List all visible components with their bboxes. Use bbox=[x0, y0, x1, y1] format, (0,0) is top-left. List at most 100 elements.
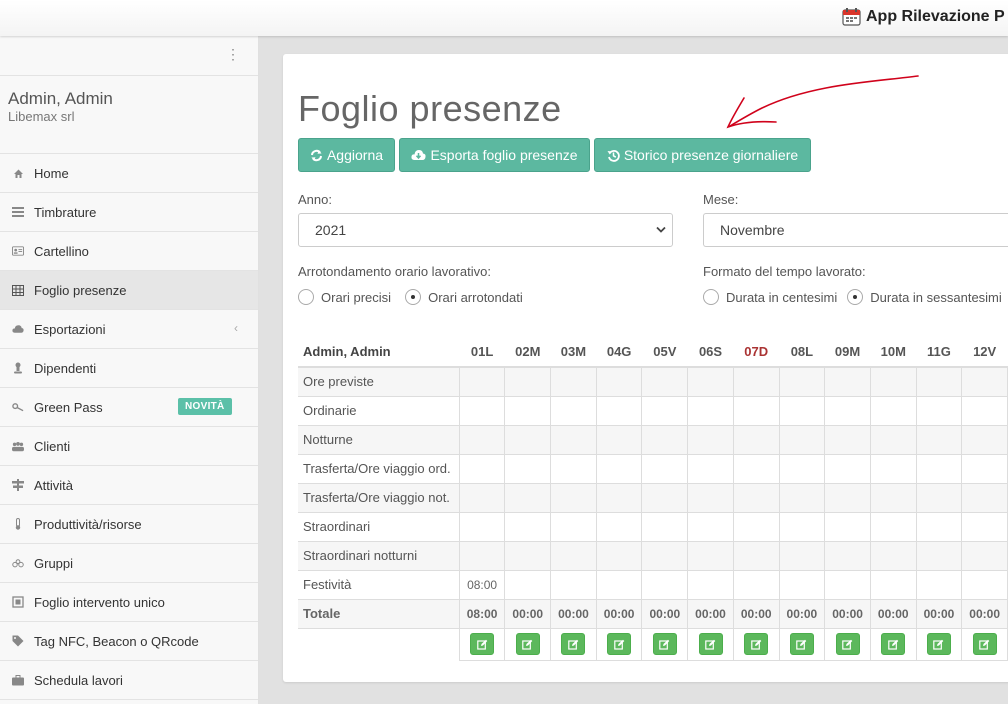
table-cell bbox=[961, 395, 1008, 426]
edit-icon bbox=[659, 639, 670, 650]
chevron-down-icon bbox=[656, 226, 666, 233]
table-cell bbox=[915, 424, 963, 455]
sidebar-item-label: Clienti bbox=[34, 438, 71, 454]
edit-day-button[interactable] bbox=[515, 633, 540, 655]
sidebar-item-esportazioni[interactable]: Esportazioni ‹ bbox=[0, 310, 258, 349]
rounding-radio-group: Orari precisi Orari arrotondati bbox=[298, 289, 523, 305]
sidebar-item-gruppi[interactable]: Gruppi bbox=[0, 544, 258, 583]
month-select[interactable]: Novembre bbox=[703, 213, 1008, 247]
edit-day-button[interactable] bbox=[470, 633, 495, 655]
sidebar-item-label: Foglio presenze bbox=[34, 282, 127, 298]
table-cell bbox=[778, 395, 826, 426]
cloud-download-icon bbox=[411, 150, 427, 160]
table-cell bbox=[595, 482, 643, 513]
sidebar-item-foglio-intervento[interactable]: Foglio intervento unico bbox=[0, 583, 258, 622]
table-cell bbox=[458, 395, 506, 426]
table-cell bbox=[687, 366, 734, 397]
radio-rounded-label: Orari arrotondati bbox=[428, 289, 523, 305]
day-header: 09M bbox=[824, 336, 871, 368]
table-cell bbox=[824, 453, 871, 484]
day-header: 10M bbox=[870, 336, 917, 368]
history-icon bbox=[607, 149, 620, 162]
table-cell bbox=[961, 569, 1008, 600]
edit-day-button[interactable] bbox=[607, 633, 632, 655]
sidebar-item-label: Esportazioni bbox=[34, 321, 106, 337]
table-cell bbox=[824, 395, 871, 426]
table-cell bbox=[641, 395, 689, 426]
table-cell bbox=[458, 424, 506, 455]
edit-day-button[interactable] bbox=[789, 633, 814, 655]
more-options-icon[interactable]: ⋮ bbox=[226, 46, 240, 63]
tag-icon bbox=[12, 635, 24, 647]
refresh-button-label: Aggiorna bbox=[326, 147, 384, 163]
table-cell bbox=[458, 482, 506, 513]
sidebar-item-foglio-presenze[interactable]: Foglio presenze bbox=[0, 271, 258, 310]
table-cell bbox=[504, 511, 552, 542]
table-cell bbox=[550, 424, 597, 455]
sidebar-item-produttivita[interactable]: Produttività/risorse bbox=[0, 505, 258, 544]
table-cell bbox=[550, 482, 597, 513]
refresh-button[interactable]: Aggiorna bbox=[298, 138, 395, 172]
table-cell bbox=[961, 511, 1008, 542]
sidebar-item-home[interactable]: Home bbox=[0, 154, 258, 193]
sidebar-item-clienti[interactable]: Clienti bbox=[0, 427, 258, 466]
table-cell bbox=[641, 569, 689, 600]
export-attendance-button[interactable]: Esporta foglio presenze bbox=[399, 138, 590, 172]
edit-day-button[interactable] bbox=[561, 633, 586, 655]
radio-sessantesimi[interactable] bbox=[847, 289, 864, 305]
page-title: Foglio presenze bbox=[298, 88, 562, 129]
year-value: 2021 bbox=[315, 222, 347, 238]
sidebar-item-label: Timbrature bbox=[34, 204, 97, 220]
sidebar-item-green-pass[interactable]: Green Pass NOVITÀ bbox=[0, 388, 258, 427]
edit-day-button[interactable] bbox=[744, 633, 769, 655]
radio-centesimi[interactable] bbox=[703, 289, 719, 305]
sidebar-item-label: Cartellino bbox=[34, 243, 89, 259]
table-cell bbox=[915, 511, 963, 542]
table-cell bbox=[732, 569, 780, 600]
table-cell bbox=[732, 366, 780, 397]
sidebar-item-schedula-lavori[interactable]: Schedula lavori bbox=[0, 661, 258, 700]
table-cell bbox=[641, 540, 689, 571]
edit-row bbox=[298, 628, 1008, 661]
table-cell bbox=[504, 540, 552, 571]
radio-precise[interactable] bbox=[298, 289, 314, 305]
list-icon bbox=[12, 206, 24, 218]
edit-cell bbox=[732, 628, 780, 661]
sidebar-item-tag-nfc[interactable]: Tag NFC, Beacon o QRcode bbox=[0, 622, 258, 661]
year-select[interactable]: 2021 bbox=[298, 213, 673, 247]
table-cell bbox=[732, 540, 780, 571]
edit-day-button[interactable] bbox=[698, 633, 723, 655]
sidebar-item-cartellino[interactable]: Cartellino bbox=[0, 232, 258, 271]
radio-rounded[interactable] bbox=[405, 289, 422, 305]
refresh-icon bbox=[310, 149, 322, 161]
day-header: 03M bbox=[550, 336, 597, 368]
edit-day-button[interactable] bbox=[652, 633, 677, 655]
app-title-text: App Rilevazione P bbox=[866, 7, 1005, 25]
table-cell bbox=[687, 540, 734, 571]
edit-day-button[interactable] bbox=[835, 633, 860, 655]
table-cell bbox=[595, 424, 643, 455]
edit-cell bbox=[687, 628, 734, 661]
day-header: 04G bbox=[596, 336, 642, 368]
sidebar-item-timbrature[interactable]: Timbrature bbox=[0, 193, 258, 232]
sidebar-item-dipendenti[interactable]: Dipendenti bbox=[0, 349, 258, 388]
table-cell bbox=[504, 366, 552, 397]
table-cell bbox=[915, 395, 963, 426]
sidebar-item-attivita[interactable]: Attività bbox=[0, 466, 258, 505]
daily-history-button[interactable]: Storico presenze giornaliere bbox=[594, 138, 811, 172]
app-title: App Rilevazione P bbox=[842, 7, 1005, 26]
table-cell bbox=[732, 453, 780, 484]
format-radio-group: Durata in centesimi Durata in sessantesi… bbox=[703, 289, 1002, 305]
total-cell: 00:00 bbox=[778, 598, 826, 629]
id-card-icon bbox=[12, 245, 24, 257]
day-header: 11G bbox=[916, 336, 962, 368]
table-cell bbox=[961, 424, 1008, 455]
table-cell bbox=[687, 482, 734, 513]
table-cell bbox=[504, 453, 552, 484]
edit-icon bbox=[705, 639, 716, 650]
month-label: Mese: bbox=[703, 192, 739, 207]
edit-cell bbox=[869, 628, 917, 661]
edit-day-button[interactable] bbox=[881, 633, 906, 655]
edit-day-button[interactable] bbox=[972, 633, 997, 655]
edit-day-button[interactable] bbox=[926, 633, 951, 655]
